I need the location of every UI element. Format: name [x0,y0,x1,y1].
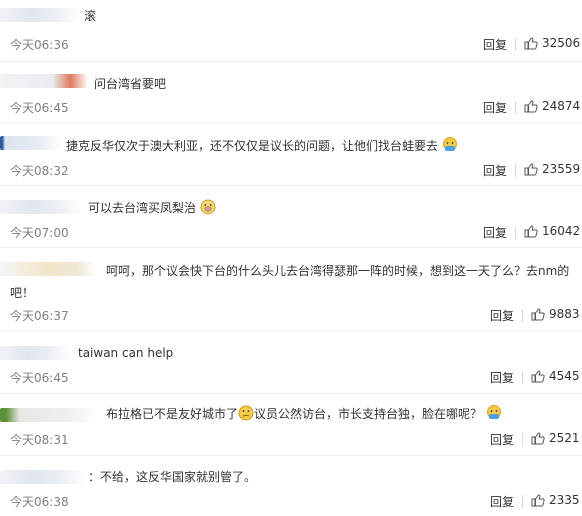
like-count: 4545 [549,369,580,383]
comment-item: 可以去台湾买凤梨治 今天07:00 回复 16042 [0,186,582,248]
thumbs-up-icon [524,99,538,112]
like-button[interactable]: 23559 [524,162,580,176]
thumbs-up-icon [531,307,545,320]
comment-time: 今天06:36 [10,38,69,52]
comment-time: 今天08:32 [10,164,69,178]
divider [522,309,523,322]
comment-item: 滚 今天06:36 回复 32506 [0,0,582,62]
thumbs-up-icon [524,36,538,49]
comment-time: 今天06:45 [10,371,69,385]
comment-text: taiwan can help [78,346,174,360]
comment-text: ：不给，这反华国家就别管了。 [88,470,257,484]
like-count: 2521 [549,431,580,445]
divider [515,164,516,177]
blurred-username [0,74,88,88]
comment-item: taiwan can help 今天06:45 回复 4545 [0,332,582,394]
comment-feed: 滚 今天06:36 回复 32506 问台湾省要吧 今天06:45 回复 248… [0,0,582,516]
thumbs-up-icon [531,431,545,444]
comment-item: 呵呵，那个议会快下台的什么头儿去台湾得瑟那一阵的时候，想到这一天了么？去nm的吧… [0,248,582,332]
comment-item: 问台湾省要吧 今天06:45 回复 24874 [0,62,582,124]
blurred-username [0,136,62,150]
thumbs-up-icon [524,162,538,175]
divider [515,226,516,239]
reply-button[interactable]: 回复 [490,369,514,386]
divider [522,371,523,384]
thumbs-up-icon [524,224,538,237]
comment-text: 呵呵，那个议会快下台的什么头儿去台湾得瑟那一阵的时候，想到这一天了么？去nm的吧… [10,264,570,300]
comment-text: 布拉格已不是友好城市了 议员公然访台，市长支持台独，脸在哪呢？ [106,404,502,424]
comment-item: 布拉格已不是友好城市了 议员公然访台，市长支持台独，脸在哪呢？ 今天08:31 回… [0,394,582,456]
like-count: 16042 [542,224,581,238]
divider [515,38,516,51]
reply-button[interactable]: 回复 [483,224,507,241]
facepalm-emoji-icon [442,137,457,151]
like-button[interactable]: 4545 [531,369,580,383]
divider [515,101,516,114]
divider [522,433,523,446]
like-button[interactable]: 32506 [524,36,580,50]
pig-face-emoji-icon [200,199,216,215]
comment-text: 问台湾省要吧 [94,77,167,91]
comment-item: 捷克反华仅次于澳大利亚，还不仅仅是议长的问题，让他们找台蛙要去 今天08:32 … [0,124,582,186]
like-button[interactable]: 2335 [531,493,580,507]
blurred-username [0,200,82,214]
comment-text: 可以去台湾买凤梨治 [88,198,216,218]
like-count: 9883 [549,307,580,321]
divider [522,495,523,508]
like-button[interactable]: 9883 [531,307,580,321]
facepalm-emoji-icon [486,405,501,419]
reply-button[interactable]: 回复 [483,99,507,116]
reply-button[interactable]: 回复 [490,307,514,324]
blurred-username [0,346,72,360]
blurred-username [0,8,80,22]
like-count: 23559 [542,162,581,176]
like-count: 32506 [542,36,581,50]
like-button[interactable]: 2521 [531,431,580,445]
comment-time: 今天06:38 [10,495,69,509]
reply-button[interactable]: 回复 [490,493,514,510]
blurred-username [0,470,86,484]
reply-button[interactable]: 回复 [490,431,514,448]
blurred-username [0,408,98,422]
thinking-emoji-icon [238,405,254,421]
thumbs-up-icon [531,493,545,506]
comment-time: 今天08:31 [10,433,69,447]
reply-button[interactable]: 回复 [483,36,507,53]
like-count: 2335 [549,493,580,507]
comment-time: 今天06:37 [10,309,69,323]
comment-item: ：不给，这反华国家就别管了。 今天06:38 回复 2335 [0,456,582,516]
like-count: 24874 [542,99,581,113]
comment-time: 今天07:00 [10,226,69,240]
reply-button[interactable]: 回复 [483,162,507,179]
comment-time: 今天06:45 [10,101,69,115]
comment-text: 捷克反华仅次于澳大利亚，还不仅仅是议长的问题，让他们找台蛙要去 [66,136,458,156]
like-button[interactable]: 16042 [524,224,580,238]
like-button[interactable]: 24874 [524,99,580,113]
comment-text: 滚 [84,9,97,23]
thumbs-up-icon [531,369,545,382]
